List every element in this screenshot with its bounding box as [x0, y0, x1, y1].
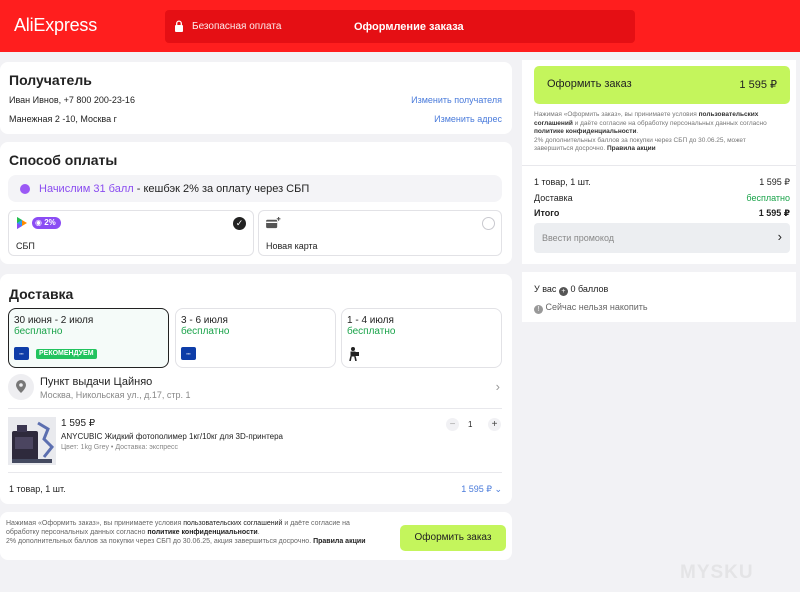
summary-items-label: 1 товар, 1 шт. — [534, 177, 591, 187]
cashback-banner: Начислим 31 балл - кешбэк 2% за оплату ч… — [8, 175, 502, 202]
recipient-title: Получатель — [9, 72, 92, 88]
payment-option-label: Новая карта — [266, 241, 318, 251]
delivery-option-3[interactable]: 1 - 4 июля бесплатно — [341, 308, 502, 368]
product-name[interactable]: ANYCUBIC Жидкий фотополимер 1кг/10кг для… — [61, 432, 283, 441]
delivery-card: Доставка 30 июня - 2 июля бесплатно ▪▪▪ … — [0, 274, 512, 504]
promo-code-placeholder: Ввести промокод — [542, 233, 615, 243]
recommended-badge: РЕКОМЕНДУЕМ — [36, 349, 97, 359]
pickup-point-row[interactable]: Пункт выдачи Цайняо Москва, Никольская у… — [8, 374, 502, 404]
place-order-button-bottom[interactable]: Оформить заказ — [400, 525, 506, 551]
pickup-title: Пункт выдачи Цайняо — [40, 376, 153, 388]
chevron-right-icon: › — [495, 379, 500, 394]
promo-rules-link[interactable]: Правила акции — [313, 538, 365, 545]
bottom-order-card: Нажимая «Оформить заказ», вы принимаете … — [0, 512, 512, 560]
summary-delivery-value: бесплатно — [746, 193, 790, 203]
promo-code-field[interactable]: Ввести промокод › — [534, 223, 790, 253]
points-row: У вас + 0 баллов — [534, 284, 609, 296]
summary-total-value: 1 595 ₽ — [758, 208, 790, 218]
top-bar: AliExpress Безопасная оплата Оформление … — [0, 0, 800, 52]
chevron-down-icon: ⌄ — [494, 484, 502, 494]
promo-rules-link[interactable]: Правила акции — [607, 145, 656, 152]
delivery-date: 1 - 4 июля — [347, 315, 394, 326]
courier-icon — [349, 347, 359, 361]
divider — [522, 165, 796, 166]
secure-payment-bar: Безопасная оплата Оформление заказа — [165, 10, 635, 43]
summary-items-value: 1 595 ₽ — [759, 177, 790, 187]
delivery-title: Доставка — [9, 286, 74, 302]
watermark: MYSKU — [680, 562, 754, 583]
quantity-plus-button[interactable]: + — [488, 418, 501, 431]
quantity-value[interactable]: 1 — [468, 420, 472, 429]
privacy-link[interactable]: политике конфиденциальности — [534, 128, 636, 135]
points-coin-icon: + — [558, 287, 568, 296]
delivery-option-1[interactable]: 30 июня - 2 июля бесплатно ▪▪▪ РЕКОМЕНДУ… — [8, 308, 169, 368]
chevron-right-icon: › — [777, 229, 782, 244]
recipient-address: Манежная 2 -10, Москва г — [9, 114, 117, 124]
lock-icon — [175, 20, 183, 32]
divider — [8, 472, 502, 473]
change-address-link[interactable]: Изменить адрес — [434, 114, 502, 124]
radio-button[interactable] — [482, 217, 495, 230]
points-note-row: ! Сейчас нельзя накопить — [534, 302, 648, 314]
delivery-price: бесплатно — [347, 326, 396, 337]
cashback-description: - кешбэк 2% за оплату через СБП — [133, 183, 310, 195]
product-row: 1 595 ₽ ANYCUBIC Жидкий фотополимер 1кг/… — [8, 414, 502, 468]
cashback-icon — [20, 184, 30, 194]
sidebar-terms-text: Нажимая «Оформить заказ», вы принимаете … — [534, 111, 767, 152]
card-plus-icon — [266, 217, 281, 229]
summary-delivery-label: Доставка — [534, 193, 573, 203]
product-image[interactable] — [8, 417, 56, 465]
selected-check-icon: ✓ — [233, 217, 246, 230]
payment-option-new-card[interactable]: Новая карта — [258, 210, 502, 256]
location-pin-icon — [16, 380, 26, 393]
order-button-total: 1 595 ₽ — [739, 79, 777, 91]
carrier-logo-icon: ▪▪▪ — [14, 347, 29, 360]
product-variant: Цвет: 1kg Grey • Доставка: экспресс — [61, 444, 179, 451]
delivery-date: 3 - 6 июля — [181, 315, 228, 326]
item-count: 1 товар, 1 шт. — [9, 484, 66, 494]
carrier-logo-icon: ▪▪▪ — [181, 347, 196, 360]
payment-option-label: СБП — [16, 241, 35, 251]
change-recipient-link[interactable]: Изменить получателя — [411, 95, 502, 105]
recipient-card: Получатель Иван Ивнов, +7 800 200-23-16 … — [0, 62, 512, 134]
bottom-terms-text: Нажимая «Оформить заказ», вы принимаете … — [6, 520, 366, 545]
payment-title: Способ оплаты — [9, 152, 118, 168]
sbp-icon — [17, 217, 27, 229]
cashback-points: Начислим 31 балл — [39, 183, 134, 195]
pickup-icon-wrap — [8, 374, 34, 400]
payment-option-sbp[interactable]: ◉ 2% ✓ СБП — [8, 210, 254, 256]
points-card: У вас + 0 баллов ! Сейчас нельзя накопит… — [522, 272, 796, 322]
delivery-date: 30 июня - 2 июля — [14, 315, 94, 326]
divider — [8, 408, 502, 409]
secure-payment-label: Безопасная оплата — [192, 21, 282, 32]
pickup-address: Москва, Никольская ул., д.17, стр. 1 — [40, 390, 191, 400]
privacy-link[interactable]: политике конфиденциальности — [147, 529, 257, 536]
cashback-badge: ◉ 2% — [32, 217, 61, 229]
recipient-name-phone: Иван Ивнов, +7 800 200-23-16 — [9, 95, 135, 105]
info-icon: ! — [534, 305, 543, 314]
items-total-toggle[interactable]: 1 595 ₽ ⌄ — [461, 484, 502, 495]
aliexpress-logo[interactable]: AliExpress — [14, 15, 97, 36]
terms-link[interactable]: пользовательских соглашений — [183, 520, 282, 527]
product-price: 1 595 ₽ — [61, 418, 96, 429]
payment-card: Способ оплаты Начислим 31 балл - кешбэк … — [0, 142, 512, 264]
place-order-button[interactable]: Оформить заказ 1 595 ₽ — [534, 66, 790, 104]
delivery-price: бесплатно — [181, 326, 230, 337]
delivery-price: бесплатно — [14, 326, 63, 337]
quantity-minus-button[interactable]: − — [446, 418, 459, 431]
delivery-option-2[interactable]: 3 - 6 июля бесплатно ▪▪▪ — [175, 308, 336, 368]
order-summary-card: Оформить заказ 1 595 ₽ Нажимая «Оформить… — [522, 60, 796, 264]
page-title: Оформление заказа — [354, 21, 464, 33]
summary-total-label: Итого — [534, 208, 560, 218]
